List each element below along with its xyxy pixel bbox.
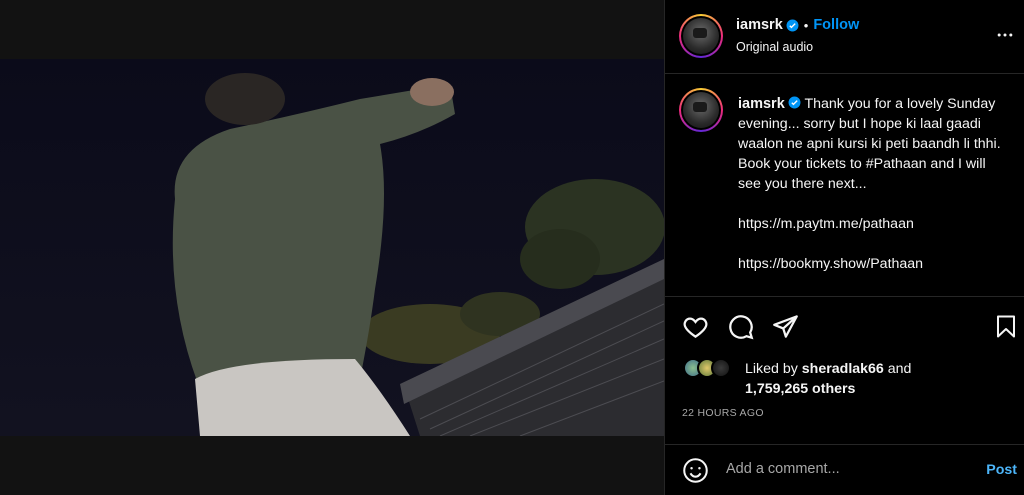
action-bar xyxy=(665,296,1024,356)
caption-text-block: iamsrk Thank you for a lovely Sunday eve… xyxy=(738,94,1008,274)
header-title-row: iamsrk • Follow xyxy=(736,17,859,33)
video-frame xyxy=(0,59,664,436)
comment-bar: Post xyxy=(665,444,1024,495)
follow-button[interactable]: Follow xyxy=(813,17,859,33)
verified-badge-icon xyxy=(786,19,799,32)
author-avatar[interactable] xyxy=(679,14,723,58)
liker-avatar xyxy=(711,358,731,378)
liker-avatars[interactable] xyxy=(683,358,741,378)
comment-bubble-icon[interactable] xyxy=(727,313,754,345)
verified-badge-icon xyxy=(788,95,801,109)
audio-subtitle[interactable]: Original audio xyxy=(736,40,813,54)
separator-dot: • xyxy=(803,17,809,33)
post-media-area xyxy=(0,0,664,495)
liked-by-username[interactable]: sheradlak66 xyxy=(802,361,884,377)
more-options-icon[interactable] xyxy=(995,25,1015,50)
likes-section: Liked by sheradlak66 and 1,759,265 other… xyxy=(683,356,1013,399)
post-timestamp[interactable]: 22 HOURS AGO xyxy=(682,407,764,419)
post-side-panel: iamsrk • Follow Original audio iamsrk Th… xyxy=(664,0,1024,495)
bookmark-icon[interactable] xyxy=(994,313,1018,345)
likes-and: and xyxy=(883,361,912,377)
caption-username[interactable]: iamsrk xyxy=(738,96,785,112)
caption-author-avatar[interactable] xyxy=(679,88,723,132)
caption-body: Thank you for a lovely Sunday evening...… xyxy=(738,96,1001,272)
likes-prefix: Liked by xyxy=(745,361,802,377)
emoji-smiley-icon[interactable] xyxy=(682,457,709,489)
post-video[interactable] xyxy=(0,59,664,436)
heart-icon[interactable] xyxy=(682,313,709,345)
post-comment-button[interactable]: Post xyxy=(986,462,1017,478)
comment-input[interactable] xyxy=(726,461,966,477)
likes-count[interactable]: 1,759,265 others xyxy=(745,381,855,397)
paper-plane-icon[interactable] xyxy=(772,313,799,345)
likes-summary: Liked by sheradlak66 and 1,759,265 other… xyxy=(745,359,911,399)
post-header: iamsrk • Follow Original audio xyxy=(665,0,1024,74)
author-username[interactable]: iamsrk xyxy=(736,17,783,33)
